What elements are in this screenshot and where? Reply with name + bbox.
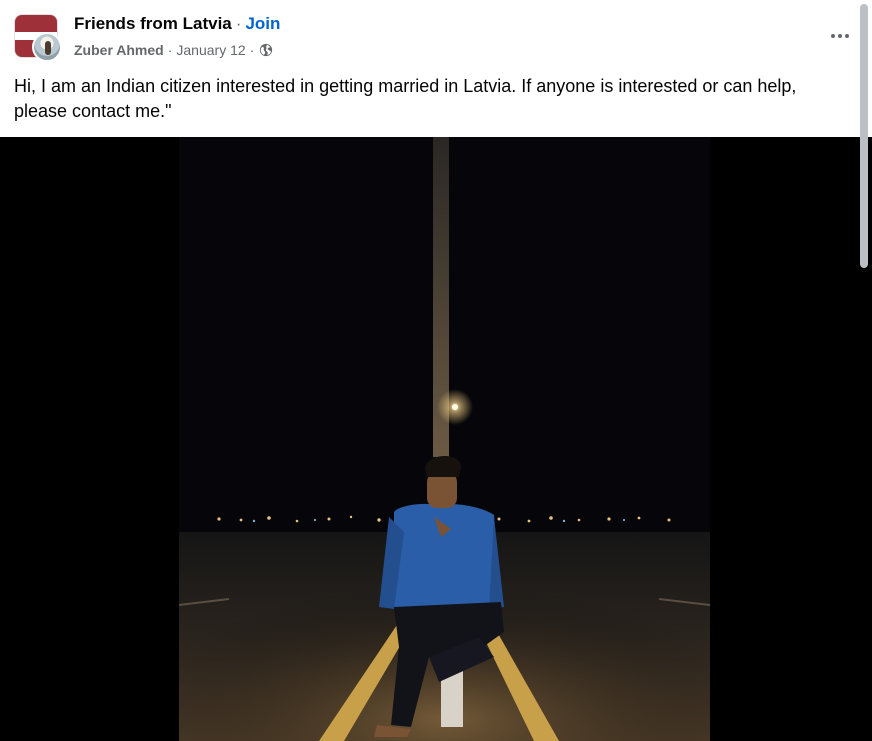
more-options-icon (830, 34, 851, 38)
photo-scene (179, 137, 710, 741)
post-photo[interactable] (179, 137, 710, 741)
post-photo-frame[interactable] (0, 137, 872, 741)
post-header: Friends from Latvia · Join Zuber Ahmed · J… (0, 0, 872, 70)
post-date-link[interactable]: January 12 (176, 42, 245, 58)
meta-separator: · (167, 42, 173, 58)
meta-separator: · (249, 42, 255, 58)
post-meta: Zuber Ahmed · January 12 · (74, 42, 273, 58)
flag-stripe (15, 15, 57, 32)
join-button[interactable]: Join (245, 14, 280, 33)
more-options-button[interactable] (824, 22, 856, 50)
author-name-link[interactable]: Zuber Ahmed (74, 42, 164, 58)
post-card: Friends from Latvia · Join Zuber Ahmed · J… (0, 0, 872, 741)
globe-icon[interactable] (259, 43, 273, 57)
title-separator: · (235, 14, 242, 33)
group-name-link[interactable]: Friends from Latvia (74, 14, 232, 33)
avatar-figure (45, 41, 51, 55)
post-text: Hi, I am an Indian citizen interested in… (14, 76, 797, 121)
scrollbar[interactable] (860, 0, 868, 741)
post-title-line: Friends from Latvia · Join (74, 14, 280, 34)
author-avatar[interactable] (32, 32, 62, 62)
scrollbar-thumb[interactable] (860, 4, 868, 268)
